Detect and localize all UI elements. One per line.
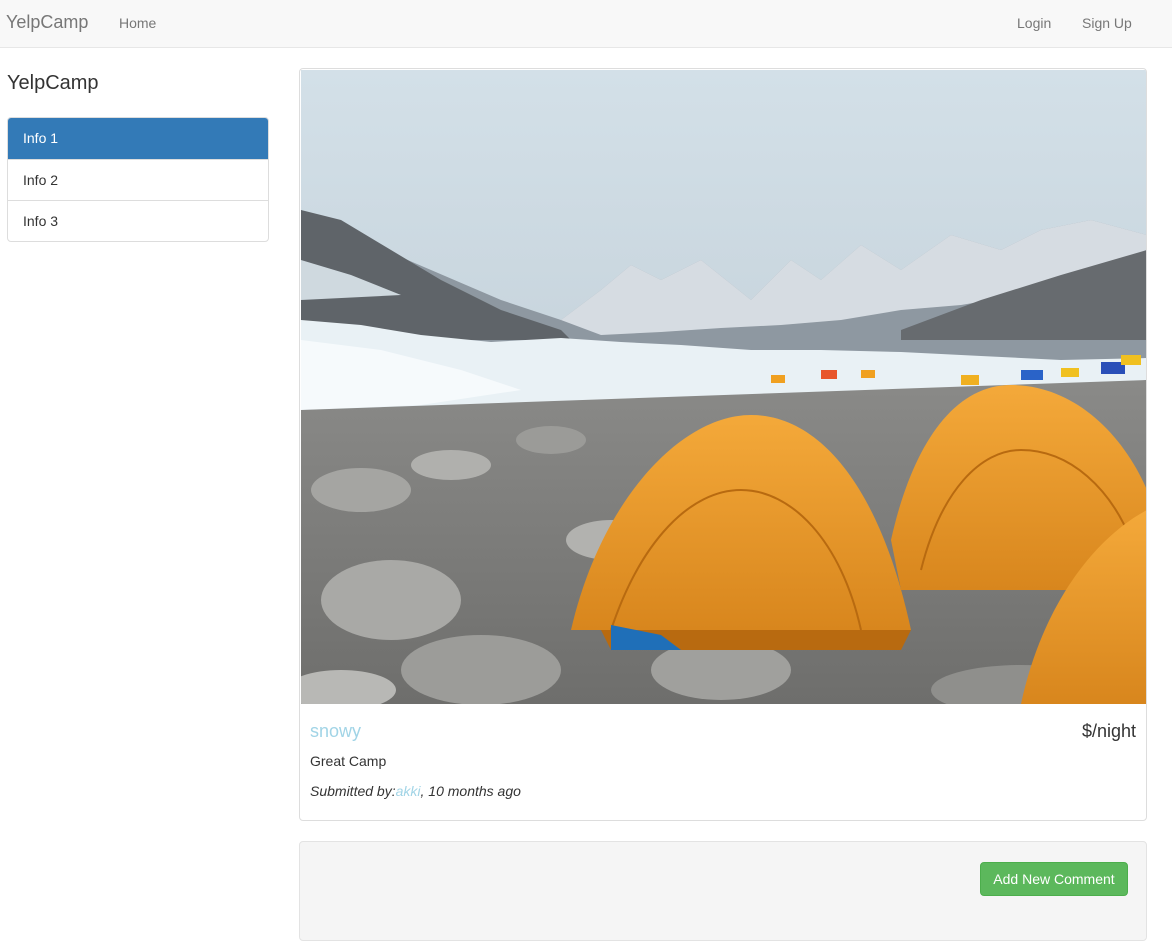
nav-signup-link[interactable]: Sign Up: [1082, 15, 1132, 31]
sidebar-item-info-1[interactable]: Info 1: [8, 118, 268, 159]
campground-name-link[interactable]: snowy: [310, 721, 361, 742]
sidebar-item-info-3[interactable]: Info 3: [8, 200, 268, 241]
campground-card: snowy $/night Great Camp Submitted by:ak…: [299, 68, 1147, 821]
navbar: YelpCamp Home Login Sign Up: [0, 0, 1172, 48]
nav-login-link[interactable]: Login: [1017, 15, 1051, 31]
brand-link[interactable]: YelpCamp: [6, 12, 88, 33]
add-new-comment-button[interactable]: Add New Comment: [980, 862, 1128, 896]
sidebar-list: Info 1 Info 2 Info 3: [7, 117, 269, 242]
submitted-time: , 10 months ago: [420, 783, 521, 799]
sidebar-title: YelpCamp: [7, 72, 99, 94]
comments-well: Add New Comment: [299, 841, 1147, 941]
campground-description: Great Camp: [310, 753, 387, 769]
sidebar-item-info-2[interactable]: Info 2: [8, 159, 268, 200]
author-link[interactable]: akki: [396, 783, 421, 799]
campground-price: $/night: [1081, 721, 1136, 741]
submitted-prefix: Submitted by:: [310, 783, 396, 799]
campground-image: [301, 70, 1146, 704]
submitted-by: Submitted by:akki, 10 months ago: [310, 783, 521, 799]
nav-home-link[interactable]: Home: [119, 15, 156, 31]
